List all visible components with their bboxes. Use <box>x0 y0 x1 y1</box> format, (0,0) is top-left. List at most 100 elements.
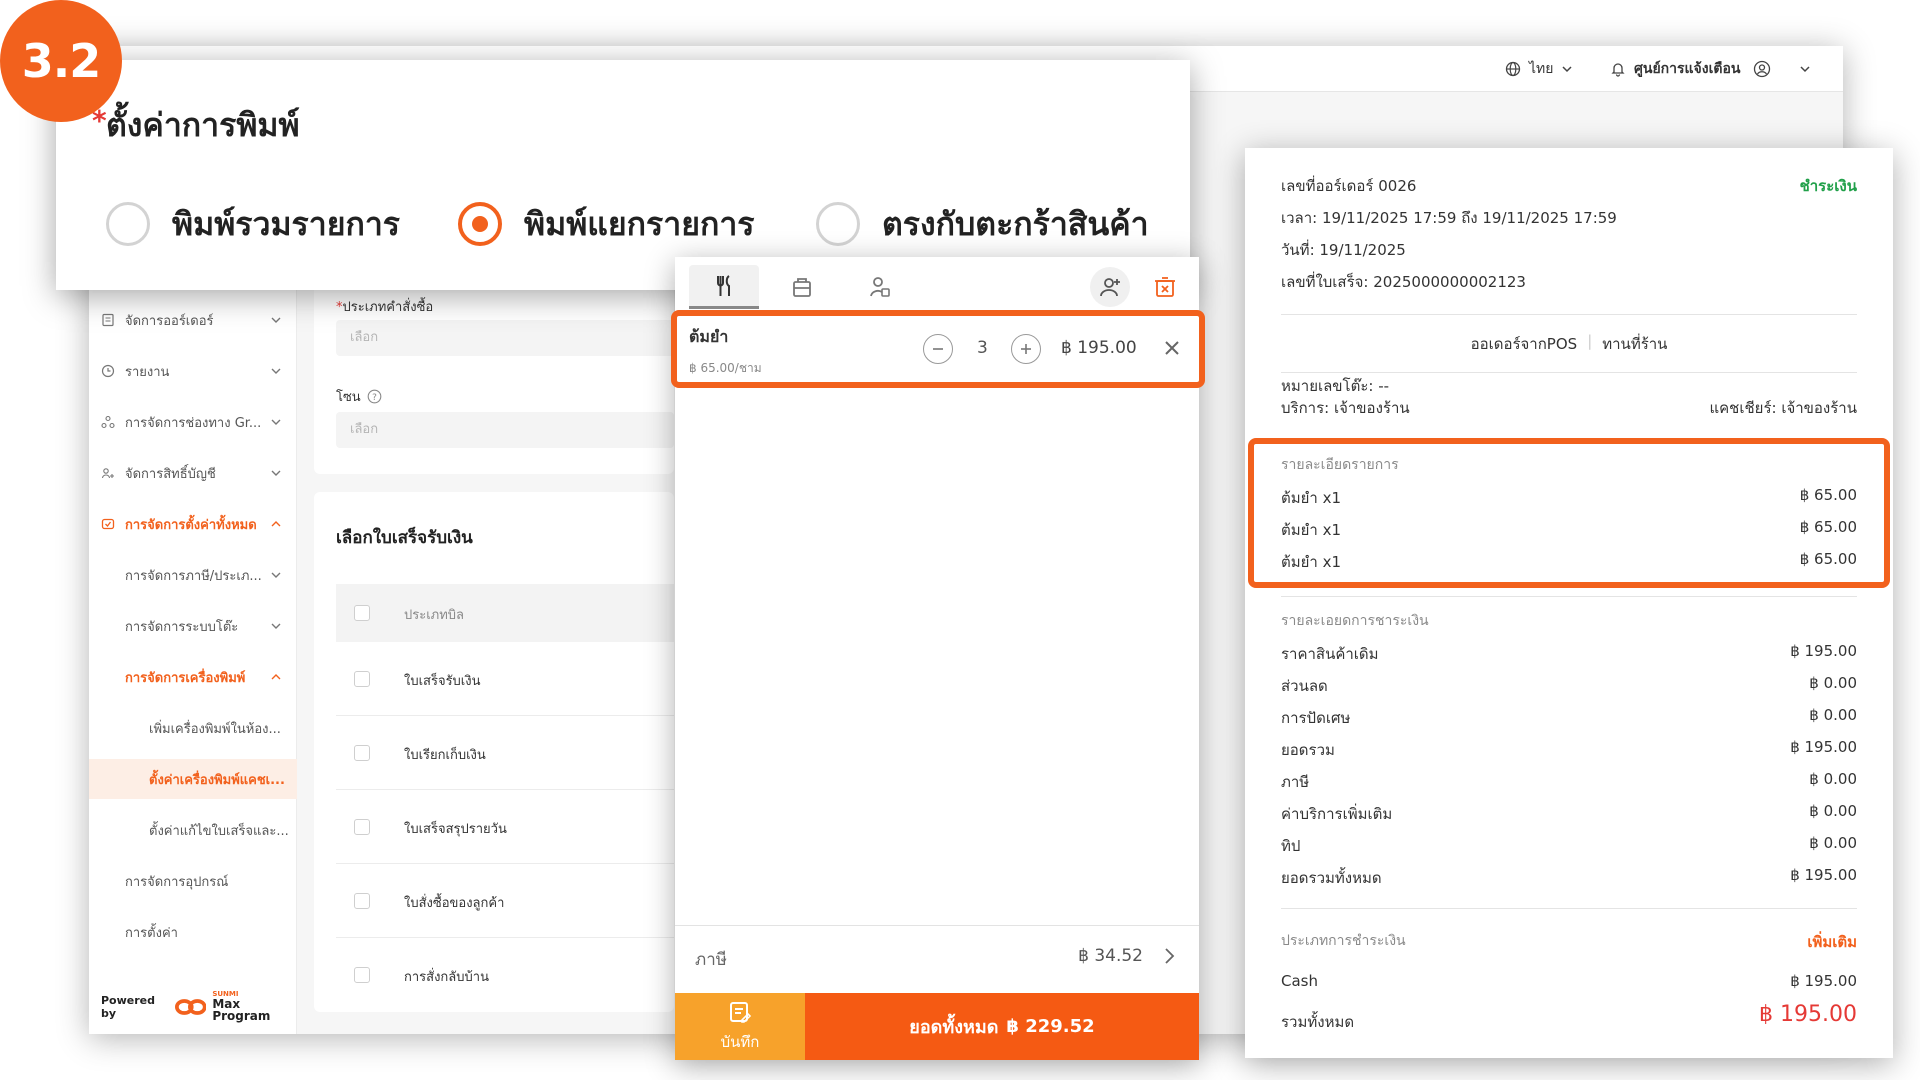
tab-takeaway[interactable] <box>767 265 837 309</box>
payment-line-label: ทิป <box>1281 837 1301 855</box>
add-payment-link[interactable]: เพิ่มเติม <box>1807 930 1857 954</box>
table-row: ใบเรียกเก็บเงิน <box>336 716 674 790</box>
order-type-select[interactable]: เลือก <box>336 320 674 356</box>
table-header: ประเภทบิล <box>336 584 674 642</box>
save-button[interactable]: บันทึก <box>675 993 805 1060</box>
row-checkbox[interactable] <box>354 893 370 909</box>
payment-line-label: ยอดรวม <box>1281 741 1335 759</box>
sidebar-item-cashier-printer-settings[interactable]: ตั้งค่าเครื่องพิมพ์แคชเ... <box>89 759 297 799</box>
tab-member[interactable] <box>845 265 915 309</box>
payment-line-label: ราคาสินค้าเดิม <box>1281 645 1379 663</box>
radio-print-combined[interactable]: พิมพ์รวมรายการ <box>106 200 400 248</box>
table-row: ใบเสร็จรับเงิน <box>336 642 674 716</box>
total-label: ยอดทั้งหมด <box>909 1017 999 1038</box>
pos-cart-panel: ต้มยำ ฿ 65.00/ชาม 3 ฿ 195.00 ภาษี ฿ 34.5… <box>675 257 1199 1060</box>
sidebar-item-label: การตั้งค่า <box>125 925 178 941</box>
sidebar-item-all-settings[interactable]: การจัดการตั้งค่าทั้งหมด <box>89 504 297 544</box>
sidebar-item-devices[interactable]: การจัดการอุปกรณ์ <box>89 861 297 901</box>
chevron-down-icon <box>271 470 281 476</box>
row-checkbox[interactable] <box>354 671 370 687</box>
order-number: เลขที่ออร์เดอร์ 0026 <box>1281 177 1417 195</box>
language-switcher[interactable]: ไทย <box>1505 46 1573 92</box>
row-checkbox[interactable] <box>354 819 370 835</box>
sidebar: จัดการออร์เดอร์ รายงาน การจัดการช่องทาง … <box>89 246 297 1034</box>
total-value: ฿ 229.52 <box>1006 1016 1095 1037</box>
chevron-up-icon <box>271 521 281 527</box>
increase-quantity-button[interactable] <box>1011 334 1041 364</box>
sidebar-item-receipt-edit-settings[interactable]: ตั้งค่าแก้ไขใบเสร็จและ... <box>89 810 297 850</box>
sidebar-item-reports[interactable]: รายงาน <box>89 351 297 391</box>
payment-method: Cash <box>1281 972 1318 990</box>
bill-type-cell: ใบเรียกเก็บเงิน <box>404 748 486 763</box>
chevron-down-icon <box>271 572 281 578</box>
decrease-quantity-button[interactable] <box>923 334 953 364</box>
account-menu[interactable] <box>1753 46 1811 92</box>
svg-text:?: ? <box>372 393 377 403</box>
sidebar-item-printers[interactable]: การจัดการเครื่องพิมพ์ <box>89 657 297 697</box>
table-row: การสั่งกลับบ้าน <box>336 938 674 1012</box>
checkout-total-button[interactable]: ยอดทั้งหมด ฿ 229.52 <box>805 993 1199 1060</box>
zone-label-text: โซน <box>336 390 361 405</box>
powered-by: Powered by SUNMI Max Program <box>101 991 296 1023</box>
select-all-checkbox[interactable] <box>354 605 370 621</box>
receipt-selection-card: เลือกใบเสร็จรับเงิน ประเภทบิล ใบเสร็จรับ… <box>314 492 674 1012</box>
radio-label: พิมพ์รวมรายการ <box>172 204 400 243</box>
tax-row[interactable]: ภาษี ฿ 34.52 <box>675 925 1199 987</box>
sidebar-item-add-kitchen-printer[interactable]: เพิ่มเครื่องพิมพ์ในห้อง... <box>89 708 297 748</box>
tab-dine-in[interactable] <box>689 265 759 309</box>
sidebar-item-orders[interactable]: จัดการออร์เดอร์ <box>89 300 297 340</box>
row-checkbox[interactable] <box>354 967 370 983</box>
order-filter-card: *ประเภทคำสั่งซื้อ เลือก โซน ? เลือก <box>314 274 674 474</box>
receipt-item-name: ต้มยำ x1 <box>1281 521 1342 539</box>
add-customer-button[interactable] <box>1087 265 1133 309</box>
row-checkbox[interactable] <box>354 745 370 761</box>
radio-button-selected[interactable] <box>458 202 502 246</box>
add-customer-icon <box>1100 278 1120 297</box>
zone-label: โซน ? <box>336 386 382 407</box>
payment-method-value: ฿ 195.00 <box>1790 972 1857 990</box>
globe-icon <box>1505 61 1521 77</box>
notification-center[interactable]: ศูนย์การแจ้งเตือน <box>1610 46 1740 92</box>
sidebar-item-permissions[interactable]: จัดการสิทธิ์บัญชี <box>89 453 297 493</box>
divider <box>1281 908 1857 909</box>
service-staff: บริการ: เจ้าของร้าน <box>1281 399 1410 417</box>
grand-total-value: ฿ 195.00 <box>1759 1002 1857 1027</box>
print-settings-title: * ตั้งค่าการพิมพ์ <box>92 100 300 151</box>
print-settings-title-text: ตั้งค่าการพิมพ์ <box>106 106 300 144</box>
radio-match-cart[interactable]: ตรงกับตะกร้าสินค้า <box>816 200 1149 248</box>
payment-line-label: ส่วนลด <box>1281 677 1328 695</box>
payment-line-value: ฿ 0.00 <box>1809 706 1857 724</box>
cart-item-unit-price: ฿ 65.00/ชาม <box>689 361 762 375</box>
zone-select[interactable]: เลือก <box>336 412 674 448</box>
radio-button[interactable] <box>106 202 150 246</box>
sidebar-item-channels[interactable]: การจัดการช่องทาง Gr... <box>89 402 297 442</box>
sidebar-item-table-system[interactable]: การจัดการระบบโต๊ะ <box>89 606 297 646</box>
sidebar-item-settings[interactable]: การตั้งค่า <box>89 912 297 952</box>
chevron-down-icon <box>271 419 281 425</box>
divider <box>1281 314 1857 315</box>
clock-icon <box>101 364 115 378</box>
cart-item-price: ฿ 195.00 <box>1061 338 1137 358</box>
radio-button[interactable] <box>816 202 860 246</box>
cart-item-quantity: 3 <box>977 338 988 358</box>
close-icon[interactable] <box>1163 339 1181 357</box>
help-icon[interactable]: ? <box>367 389 382 404</box>
delete-cart-button[interactable] <box>1145 265 1185 309</box>
chevron-down-icon <box>271 317 281 323</box>
radio-print-separate[interactable]: พิมพ์แยกรายการ <box>458 200 754 248</box>
tax-label: ภาษี <box>695 950 727 970</box>
order-date: วันที่: 19/11/2025 <box>1281 241 1406 259</box>
separator: | <box>1587 332 1593 350</box>
cart-item[interactable]: ต้มยำ ฿ 65.00/ชาม 3 ฿ 195.00 <box>675 317 1199 385</box>
sidebar-item-label: การจัดการเครื่องพิมพ์ <box>125 670 246 686</box>
settings-icon <box>101 518 115 530</box>
utensils-icon <box>717 274 730 296</box>
payment-line-value: ฿ 0.00 <box>1809 674 1857 692</box>
chevron-down-icon <box>271 368 281 374</box>
order-icon <box>102 313 114 327</box>
bill-type-cell: การสั่งกลับบ้าน <box>404 970 489 985</box>
chevron-up-icon <box>271 674 281 680</box>
sidebar-item-label: การจัดการอุปกรณ์ <box>125 874 229 890</box>
sidebar-item-tax-types[interactable]: การจัดการภาษี/ประเภ... <box>89 555 297 595</box>
sidebar-item-label: การจัดการช่องทาง Gr... <box>125 415 262 431</box>
